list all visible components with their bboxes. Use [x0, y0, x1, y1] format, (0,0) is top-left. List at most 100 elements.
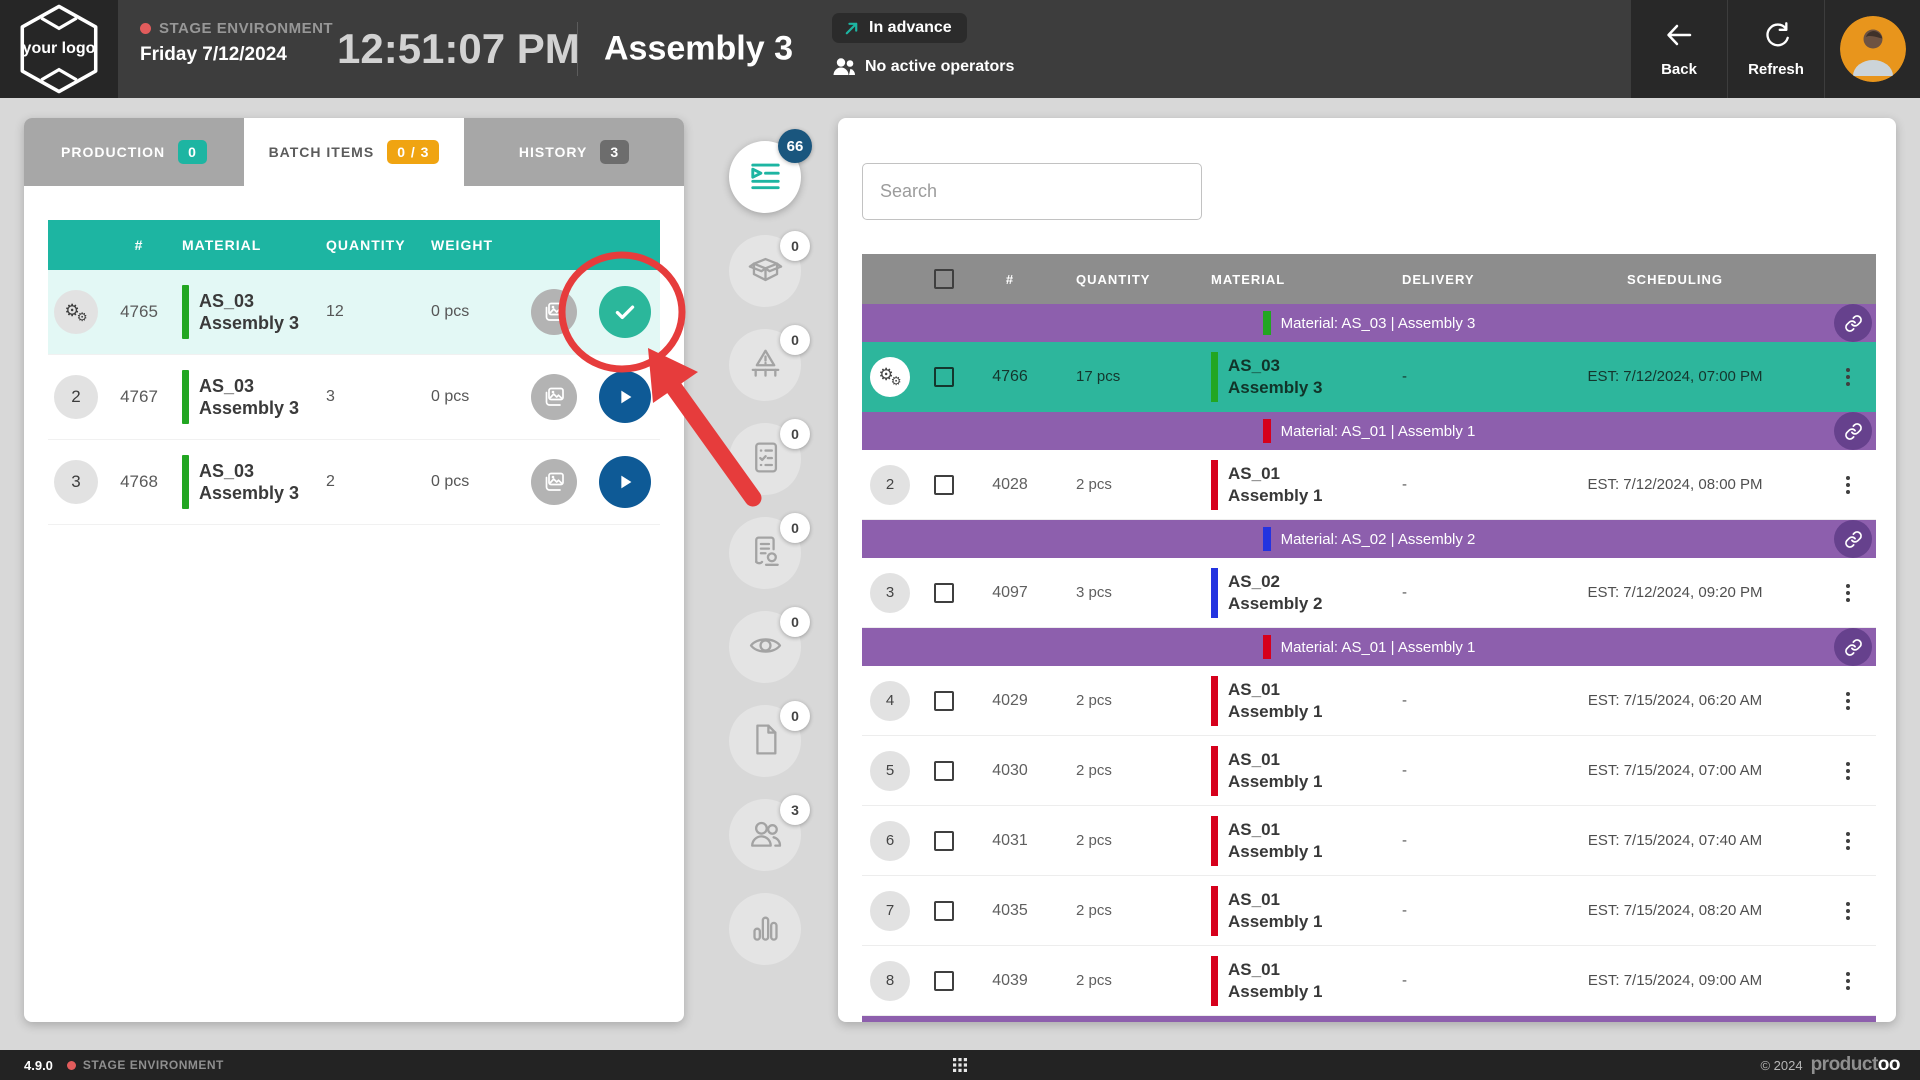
material-group-label: Material: AS_02 | Assembly 2 — [1281, 531, 1476, 548]
order-number: 4766 — [992, 368, 1028, 386]
row-checkbox[interactable] — [934, 901, 954, 921]
row-checkbox[interactable] — [934, 831, 954, 851]
operators-icon — [832, 56, 856, 77]
row-checkbox[interactable] — [934, 691, 954, 711]
material-name: Assembly 1 — [1228, 981, 1323, 1002]
order-row[interactable]: ⚙⚙ 4766 17 pcs AS_03 Assembly 3 - EST: 7… — [862, 342, 1876, 412]
order-row[interactable]: 6 4031 2 pcs AS_01 Assembly 1 - EST: 7/1… — [862, 806, 1876, 876]
row-menu-button[interactable] — [1840, 362, 1856, 392]
back-button[interactable]: Back — [1630, 0, 1727, 98]
refresh-button[interactable]: Refresh — [1727, 0, 1824, 98]
refresh-button-label: Refresh — [1748, 61, 1804, 78]
footer-environment-label: STAGE ENVIRONMENT — [83, 1058, 224, 1072]
batch-row[interactable]: 3 4768 AS_03 Assembly 3 2 0 pcs — [48, 440, 660, 525]
material-color-bar — [1263, 527, 1271, 551]
search-input[interactable] — [862, 163, 1202, 220]
order-row[interactable]: 3 4097 3 pcs AS_02 Assembly 2 - EST: 7/1… — [862, 558, 1876, 628]
row-menu-button[interactable] — [1840, 826, 1856, 856]
material-code: AS_01 — [1228, 819, 1323, 840]
logo-box[interactable]: your logo — [0, 0, 118, 98]
row-menu-button[interactable] — [1840, 756, 1856, 786]
environment-dot — [140, 23, 151, 34]
avatar-box[interactable] — [1824, 0, 1920, 98]
photos-button[interactable] — [531, 289, 577, 335]
link-button[interactable] — [1834, 520, 1872, 558]
left-tabs: PRODUCTION 0 BATCH ITEMS 0 / 3 HISTORY 3 — [24, 118, 684, 186]
sidebar-badge: 3 — [780, 795, 810, 825]
complete-button[interactable] — [599, 286, 651, 338]
sidebar-file-icon-button[interactable]: 0 — [729, 705, 801, 777]
sidebar-badge: 0 — [780, 607, 810, 637]
order-number: 4765 — [120, 302, 158, 322]
order-row[interactable]: 7 4035 2 pcs AS_01 Assembly 1 - EST: 7/1… — [862, 876, 1876, 946]
apps-grid-button[interactable] — [952, 1057, 968, 1073]
row-number-badge: 4 — [870, 681, 910, 721]
photos-button[interactable] — [531, 459, 577, 505]
material-color-bar — [1211, 460, 1218, 510]
start-button[interactable] — [599, 456, 651, 508]
quantity: 2 pcs — [1050, 832, 1195, 849]
row-checkbox[interactable] — [934, 971, 954, 991]
batch-row[interactable]: ⚙⚙ 4765 AS_03 Assembly 3 12 0 pcs — [48, 270, 660, 355]
scheduling: EST: 7/15/2024, 08:20 AM — [1530, 902, 1820, 919]
material-code: AS_01 — [1228, 959, 1323, 980]
material-name: Assembly 3 — [199, 482, 299, 505]
header-bar: your logo STAGE ENVIRONMENT Friday 7/12/… — [0, 0, 1920, 98]
batch-row[interactable]: 2 4767 AS_03 Assembly 3 3 0 pcs — [48, 355, 660, 440]
link-button[interactable] — [1834, 304, 1872, 342]
delivery: - — [1380, 972, 1530, 989]
sidebar-badge: 0 — [780, 419, 810, 449]
tab-batch-items[interactable]: BATCH ITEMS 0 / 3 — [244, 118, 464, 186]
material-group-row: Material: AS_01 | Assembly 1 — [862, 412, 1876, 450]
material-group-label: Material: AS_01 | Assembly 1 — [1281, 639, 1476, 656]
row-menu-button[interactable] — [1840, 578, 1856, 608]
row-checkbox[interactable] — [934, 367, 954, 387]
tab-production[interactable]: PRODUCTION 0 — [24, 118, 244, 186]
photos-button[interactable] — [531, 374, 577, 420]
sidebar-pallet-warning-icon-button[interactable]: 0 — [729, 329, 801, 401]
row-menu-button[interactable] — [1840, 966, 1856, 996]
start-button[interactable] — [599, 371, 651, 423]
row-checkbox[interactable] — [934, 475, 954, 495]
sidebar-checklist-icon-button[interactable]: 0 — [729, 423, 801, 495]
material-name: Assembly 2 — [1228, 593, 1323, 614]
row-checkbox[interactable] — [934, 583, 954, 603]
batch-table-body: ⚙⚙ 4765 AS_03 Assembly 3 12 0 pcs 2 4767… — [48, 270, 660, 525]
apps-grid-icon — [952, 1057, 968, 1073]
sidebar-queue-icon-button[interactable]: 66 — [729, 141, 801, 213]
sidebar-people-icon-button[interactable]: 3 — [729, 799, 801, 871]
row-number-badge: 7 — [870, 891, 910, 931]
order-number: 4039 — [992, 972, 1028, 990]
select-all-checkbox[interactable] — [934, 269, 954, 289]
tab-history[interactable]: HISTORY 3 — [464, 118, 684, 186]
quantity: 2 pcs — [1050, 762, 1195, 779]
link-button[interactable] — [1834, 628, 1872, 666]
sidebar-bar-chart-icon-button[interactable] — [729, 893, 801, 965]
order-number: 4035 — [992, 902, 1028, 920]
order-number: 4097 — [992, 584, 1028, 602]
sidebar-badge: 0 — [780, 701, 810, 731]
sidebar-eye-icon-button[interactable]: 0 — [729, 611, 801, 683]
open-box-icon — [747, 251, 784, 291]
order-row[interactable]: 2 4028 2 pcs AS_01 Assembly 1 - EST: 7/1… — [862, 450, 1876, 520]
link-button[interactable] — [1834, 412, 1872, 450]
workplace-title: Assembly 3 — [604, 30, 793, 69]
row-menu-button[interactable] — [1840, 896, 1856, 926]
scheduling: EST: 7/15/2024, 07:40 AM — [1530, 832, 1820, 849]
delivery: - — [1380, 762, 1530, 779]
batch-table-header: #MATERIALQUANTITYWEIGHT — [48, 220, 660, 270]
row-number-badge: 6 — [870, 821, 910, 861]
sidebar-document-approval-icon-button[interactable]: 0 — [729, 517, 801, 589]
operators-status: No active operators — [832, 56, 1014, 77]
sidebar-open-box-icon-button[interactable]: 0 — [729, 235, 801, 307]
order-row[interactable]: 4 4029 2 pcs AS_01 Assembly 1 - EST: 7/1… — [862, 666, 1876, 736]
row-menu-button[interactable] — [1840, 686, 1856, 716]
row-menu-button[interactable] — [1840, 470, 1856, 500]
material-name: Assembly 1 — [1228, 911, 1323, 932]
order-row[interactable]: 8 4039 2 pcs AS_01 Assembly 1 - EST: 7/1… — [862, 946, 1876, 1016]
row-checkbox[interactable] — [934, 761, 954, 781]
status-badge-label: In advance — [869, 19, 952, 37]
row-number-badge: 2 — [54, 375, 98, 419]
gears-icon: ⚙⚙ — [870, 357, 910, 397]
order-row[interactable]: 5 4030 2 pcs AS_01 Assembly 1 - EST: 7/1… — [862, 736, 1876, 806]
